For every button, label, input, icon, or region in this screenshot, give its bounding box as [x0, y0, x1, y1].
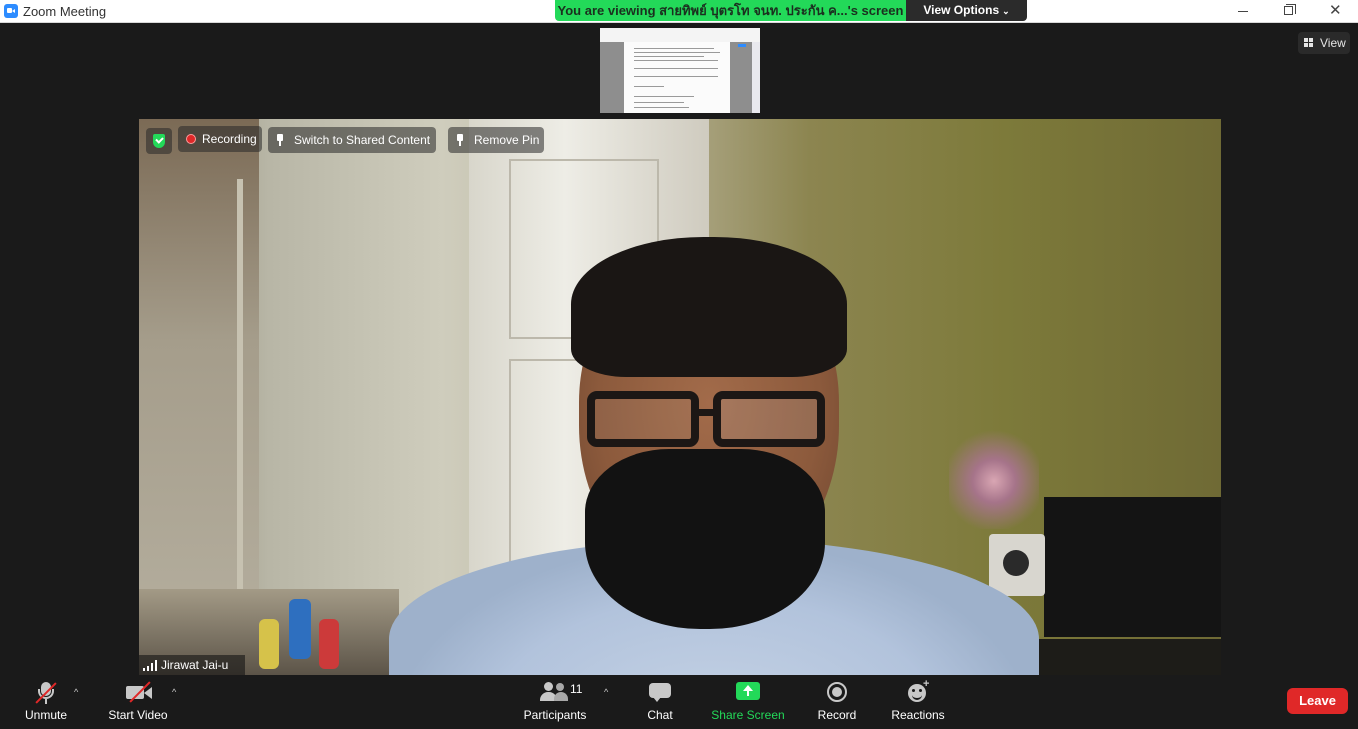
- start-video-label: Start Video: [108, 708, 168, 722]
- participants-button[interactable]: 11 Participants: [520, 675, 590, 729]
- share-screen-button[interactable]: Share Screen: [708, 675, 788, 729]
- encryption-button[interactable]: [146, 128, 172, 154]
- chat-button[interactable]: Chat: [640, 675, 680, 729]
- pin-icon: [276, 134, 284, 146]
- video-background-flowers: [949, 409, 1039, 529]
- audio-options-chevron-icon[interactable]: ^: [74, 687, 78, 697]
- maximize-button[interactable]: [1266, 0, 1312, 22]
- share-screen-icon: [736, 682, 760, 700]
- pin-icon: [456, 134, 464, 146]
- viewing-banner: You are viewing สายทิพย์ บุตรโท จนท. ประ…: [555, 0, 1027, 21]
- minimize-button[interactable]: [1220, 0, 1266, 22]
- person-glasses-left: [587, 391, 699, 447]
- participant-name-tag: Jirawat Jai-u: [139, 655, 245, 675]
- thumbnail-accent: [738, 44, 746, 47]
- video-background-tv: [1044, 497, 1221, 637]
- view-label: View: [1320, 36, 1346, 50]
- share-screen-label: Share Screen: [711, 708, 785, 722]
- remove-pin-label: Remove Pin: [474, 133, 540, 147]
- thumbnail-document-page: [624, 42, 730, 113]
- chevron-down-icon: ⌄: [1002, 6, 1010, 16]
- reactions-label: Reactions: [891, 708, 945, 722]
- minimize-icon: [1238, 11, 1248, 12]
- leave-button[interactable]: Leave: [1287, 688, 1348, 714]
- person-glasses-bridge: [695, 409, 717, 416]
- switch-label: Switch to Shared Content: [294, 133, 431, 147]
- remove-pin-button[interactable]: Remove Pin: [448, 127, 544, 153]
- chat-bubble-icon: [649, 682, 671, 702]
- recording-indicator[interactable]: Recording: [178, 126, 262, 152]
- shield-check-icon: [153, 134, 165, 148]
- close-icon: ✕: [1329, 2, 1342, 19]
- view-button[interactable]: View: [1298, 32, 1350, 54]
- recording-label: Recording: [202, 132, 257, 146]
- participants-icon: [540, 682, 570, 702]
- reactions-button[interactable]: + Reactions: [887, 675, 949, 729]
- person-glasses-right: [713, 391, 825, 447]
- close-button[interactable]: ✕: [1312, 0, 1358, 22]
- participants-options-chevron-icon[interactable]: ^: [604, 687, 608, 697]
- switch-to-shared-content-button[interactable]: Switch to Shared Content: [268, 127, 436, 153]
- person-hair: [571, 237, 847, 377]
- person-face-mask: [585, 449, 825, 629]
- zoom-camera-icon: [4, 4, 18, 18]
- window-title: Zoom Meeting: [23, 4, 107, 19]
- recording-dot-icon: [186, 134, 196, 144]
- viewing-text: You are viewing สายทิพย์ บุตรโท จนท. ประ…: [555, 0, 906, 21]
- shared-screen-thumbnail[interactable]: [600, 28, 760, 113]
- microphone-muted-icon: [34, 682, 58, 704]
- thumbnail-sidebar: [752, 42, 760, 113]
- thumbnail-toolbar: [600, 28, 760, 42]
- unmute-button[interactable]: Unmute: [14, 675, 78, 729]
- signal-strength-icon: [143, 660, 157, 671]
- view-options-button[interactable]: View Options ⌄: [906, 0, 1027, 21]
- chat-label: Chat: [647, 708, 673, 722]
- record-button[interactable]: Record: [812, 675, 862, 729]
- grid-view-icon: [1304, 38, 1314, 48]
- unmute-label: Unmute: [24, 708, 68, 722]
- maximize-icon: [1284, 4, 1296, 15]
- video-options-chevron-icon[interactable]: ^: [172, 687, 176, 697]
- video-off-icon: [126, 681, 154, 703]
- record-icon: [827, 682, 847, 702]
- video-background-speaker: [989, 534, 1045, 596]
- participant-name: Jirawat Jai-u: [161, 658, 229, 672]
- participants-count: 11: [570, 682, 583, 696]
- participant-video[interactable]: [139, 119, 1221, 675]
- reactions-smiley-icon: +: [908, 678, 930, 702]
- video-background-pole: [237, 179, 243, 659]
- start-video-button[interactable]: Start Video: [104, 675, 172, 729]
- meeting-toolbar: Unmute ^ Start Video ^ 11 Participants ^…: [0, 675, 1358, 729]
- participants-label: Participants: [523, 708, 587, 722]
- record-label: Record: [817, 708, 857, 722]
- view-options-label: View Options: [923, 3, 1000, 17]
